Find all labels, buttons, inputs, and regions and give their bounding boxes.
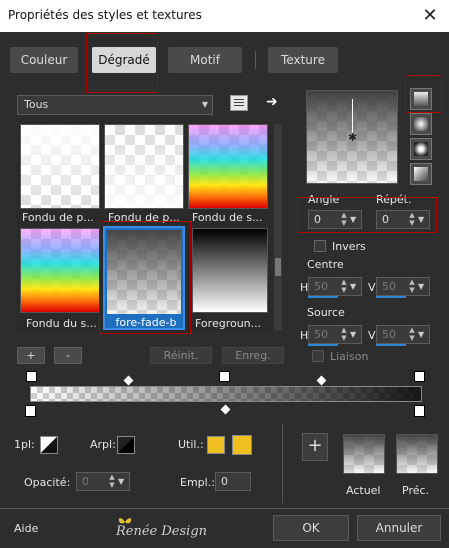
close-icon[interactable]: ✕ — [417, 3, 443, 29]
foreground-swatch[interactable] — [40, 436, 58, 454]
tab-texture[interactable]: Texture — [268, 47, 338, 73]
highlight-box — [86, 33, 158, 93]
gradient-thumb[interactable] — [20, 228, 100, 313]
gradient-label: Fondu de p... — [22, 211, 94, 224]
category-value: Tous — [24, 98, 49, 111]
transparency-marker[interactable] — [219, 371, 230, 382]
gradient-label: Fondu du s... — [26, 317, 97, 330]
end-color-marker[interactable] — [414, 405, 425, 417]
highlight-box — [297, 197, 437, 233]
start-color-marker[interactable] — [25, 405, 36, 417]
radial-gradient-icon — [414, 142, 428, 156]
center-h-slider[interactable] — [308, 296, 338, 298]
gradient-preview[interactable]: ✱ — [306, 90, 398, 184]
highlight-box — [99, 221, 191, 334]
category-dropdown[interactable]: Tous ▼ — [17, 95, 213, 115]
source-h-input[interactable]: 50 ▲ ▼ ▼ — [308, 325, 362, 344]
scrollbar[interactable] — [274, 124, 282, 330]
previous-label: Préc. — [402, 484, 430, 497]
center-v-slider[interactable] — [376, 296, 406, 298]
user-color-picker[interactable] — [232, 435, 252, 455]
gradient-label: Fondu de s... — [192, 211, 263, 224]
location-input[interactable]: 0 — [215, 472, 251, 491]
end-marker-top[interactable] — [414, 371, 425, 382]
gradient-thumb[interactable] — [188, 124, 268, 209]
title-bar: Propriétés des styles et textures ✕ — [0, 0, 449, 32]
remove-button[interactable]: - — [54, 347, 82, 364]
source-label: Source — [307, 306, 345, 319]
help-label[interactable]: Aide — [14, 522, 38, 535]
center-handle-icon[interactable]: ✱ — [348, 131, 357, 144]
invert-checkbox[interactable] — [314, 240, 326, 252]
previous-swatch[interactable] — [396, 434, 438, 474]
divider — [282, 423, 283, 503]
opacity-label: Opacité: — [24, 476, 71, 489]
angle-handle[interactable] — [352, 99, 353, 133]
user-label: Util.: — [178, 438, 204, 451]
sunburst-style-button[interactable] — [410, 163, 432, 185]
invert-label: Invers — [332, 240, 366, 253]
chevron-down-icon[interactable]: ▼ — [350, 326, 359, 343]
spin-icon[interactable]: ▲ ▼ — [339, 278, 349, 295]
rectangular-style-button[interactable] — [410, 113, 432, 135]
source-v-input[interactable]: 50 ▲ ▼ ▼ — [376, 325, 430, 344]
gradient-label: Foregroun... — [195, 317, 262, 330]
first-plan-label: 1pl: — [14, 438, 35, 451]
spin-icon[interactable]: ▲ ▼ — [107, 473, 117, 490]
window-title: Propriétés des styles et textures — [8, 8, 202, 22]
midpoint-diamond[interactable] — [123, 375, 134, 386]
gradient-thumb[interactable] — [104, 124, 184, 209]
opacity-input[interactable]: 0 ▲ ▼ ▼ — [76, 472, 130, 491]
chevron-down-icon: ▼ — [201, 100, 208, 109]
source-h-slider[interactable] — [308, 344, 338, 346]
tab-motif[interactable]: Motif — [168, 47, 242, 73]
link-label: Liaison — [330, 350, 369, 363]
location-label: Empl.: — [180, 476, 215, 489]
chevron-down-icon[interactable]: ▼ — [350, 278, 359, 295]
arrow-right-icon[interactable]: ➜ — [266, 94, 278, 110]
cancel-button[interactable]: Annuler — [357, 515, 441, 541]
radial-style-button[interactable] — [410, 138, 432, 160]
center-h-input[interactable]: 50 ▲ ▼ ▼ — [308, 277, 362, 296]
center-v-label: V — [368, 281, 376, 294]
center-v-input[interactable]: 50 ▲ ▼ ▼ — [376, 277, 430, 296]
source-v-label: V — [368, 329, 376, 342]
chevron-down-icon[interactable]: ▼ — [418, 278, 427, 295]
tab-couleur[interactable]: Couleur — [10, 47, 78, 73]
chevron-down-icon[interactable]: ▼ — [418, 326, 427, 343]
tab-separator — [255, 51, 256, 69]
scrollbar-thumb[interactable] — [275, 258, 281, 276]
user-swatch[interactable] — [207, 436, 225, 454]
footer-divider — [0, 508, 449, 509]
watermark: Renée Design — [116, 524, 208, 539]
sunburst-gradient-icon — [414, 167, 428, 181]
back-plan-label: Arpl: — [90, 438, 116, 451]
highlight-box — [405, 75, 442, 113]
browse-gradients-icon[interactable] — [230, 95, 248, 111]
gradient-bar[interactable] — [30, 386, 422, 402]
ok-button[interactable]: OK — [273, 515, 349, 541]
gradient-thumb[interactable] — [20, 124, 100, 209]
source-v-slider[interactable] — [376, 344, 406, 346]
current-label: Actuel — [346, 484, 381, 497]
start-marker-top[interactable] — [26, 371, 37, 382]
add-button[interactable]: + — [17, 347, 45, 364]
spin-icon[interactable]: ▲ ▼ — [339, 326, 349, 343]
background-swatch[interactable] — [117, 436, 135, 454]
spin-icon[interactable]: ▲ ▼ — [407, 326, 417, 343]
spin-icon[interactable]: ▲ ▼ — [407, 278, 417, 295]
reset-button[interactable]: Réinit. — [150, 347, 212, 364]
save-button[interactable]: Enreg. — [222, 347, 284, 364]
midpoint-diamond[interactable] — [316, 375, 327, 386]
chevron-down-icon[interactable]: ▼ — [118, 473, 127, 490]
link-checkbox[interactable] — [312, 350, 324, 362]
current-swatch[interactable] — [343, 434, 385, 474]
gradient-thumb[interactable] — [192, 228, 268, 313]
center-label: Centre — [307, 258, 344, 271]
midpoint-diamond[interactable] — [220, 404, 231, 415]
rectangular-gradient-icon — [414, 117, 428, 131]
add-style-button[interactable]: + — [302, 433, 328, 461]
